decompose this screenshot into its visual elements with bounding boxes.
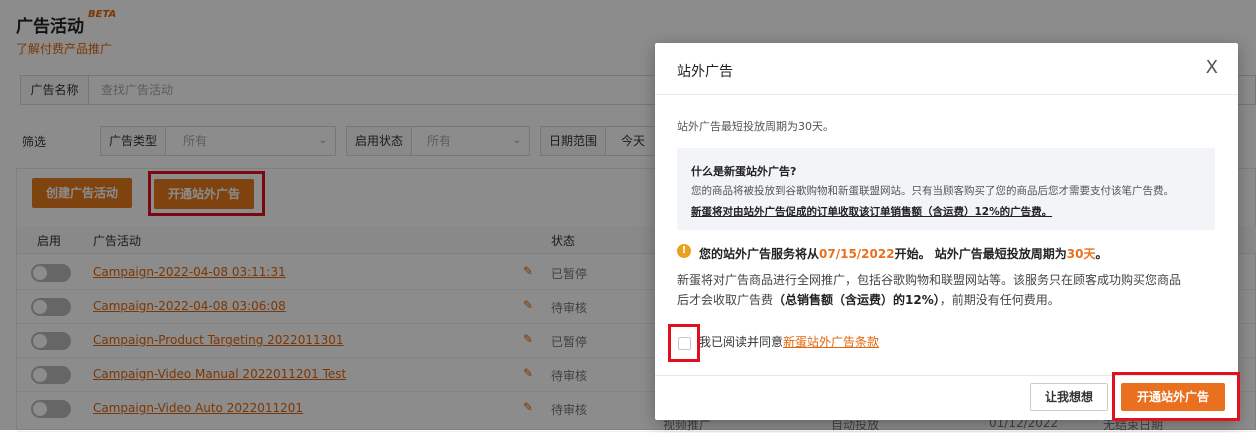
notice-prefix: 您的站外广告服务将从 xyxy=(699,247,820,261)
confirm-offsite-button[interactable]: 开通站外广告 xyxy=(1121,383,1225,411)
agree-text: 我已阅读并同意新蛋站外广告条款 xyxy=(699,333,879,350)
notice-end: 。 xyxy=(1095,247,1108,261)
info-fee: 新蛋将对由站外广告促成的订单收取该订单销售额（含运费）12%的广告费。 xyxy=(691,206,1053,218)
agree-checkbox-highlight xyxy=(668,324,700,362)
desc-part-a: 后才会收取广告费 xyxy=(677,293,774,307)
min-period-note: 站外广告最短投放周期为30天。 xyxy=(677,120,834,133)
info-title: 什么是新蛋站外广告? xyxy=(691,165,797,178)
desc-part-b: （总销售额（含运费）的12%） xyxy=(773,293,940,307)
confirm-button-highlight: 开通站外广告 xyxy=(1112,372,1240,421)
notice-days: 30天 xyxy=(1066,247,1096,261)
warning-icon: ! xyxy=(677,244,691,258)
agree-checkbox[interactable] xyxy=(678,337,691,350)
close-icon[interactable]: X xyxy=(1206,57,1218,78)
info-box: 什么是新蛋站外广告? 您的商品将被投放到谷歌购物和新蛋联盟网站。只有当顾客购买了… xyxy=(677,148,1215,230)
notice-date: 07/15/2022 xyxy=(819,247,895,261)
info-body: 您的商品将被投放到谷歌购物和新蛋联盟网站。只有当顾客购买了您的商品后您才需要支付… xyxy=(691,185,1174,197)
terms-link[interactable]: 新蛋站外广告条款 xyxy=(783,335,879,349)
cancel-button[interactable]: 让我想想 xyxy=(1030,383,1108,411)
agree-prefix: 我已阅读并同意 xyxy=(699,335,784,349)
service-notice: 您的站外广告服务将从07/15/2022开始。 站外广告最短投放周期为30天。 xyxy=(699,245,1107,262)
desc-part-c: ，前期没有任何费用。 xyxy=(939,293,1060,307)
modal-title: 站外广告 xyxy=(677,64,733,80)
description-line-2: 后才会收取广告费（总销售额（含运费）的12%），前期没有任何费用。 xyxy=(677,291,1060,308)
description-line-1: 新蛋将对广告商品进行全网推广，包括谷歌购物和联盟网站等。该服务只在顾客成功购买您… xyxy=(677,273,1182,287)
offsite-ads-modal: 站外广告 X 站外广告最短投放周期为30天。 什么是新蛋站外广告? 您的商品将被… xyxy=(655,43,1240,421)
modal-header: 站外广告 X xyxy=(655,43,1238,95)
notice-mid: 开始。 站外广告最短投放周期为 xyxy=(894,247,1067,261)
